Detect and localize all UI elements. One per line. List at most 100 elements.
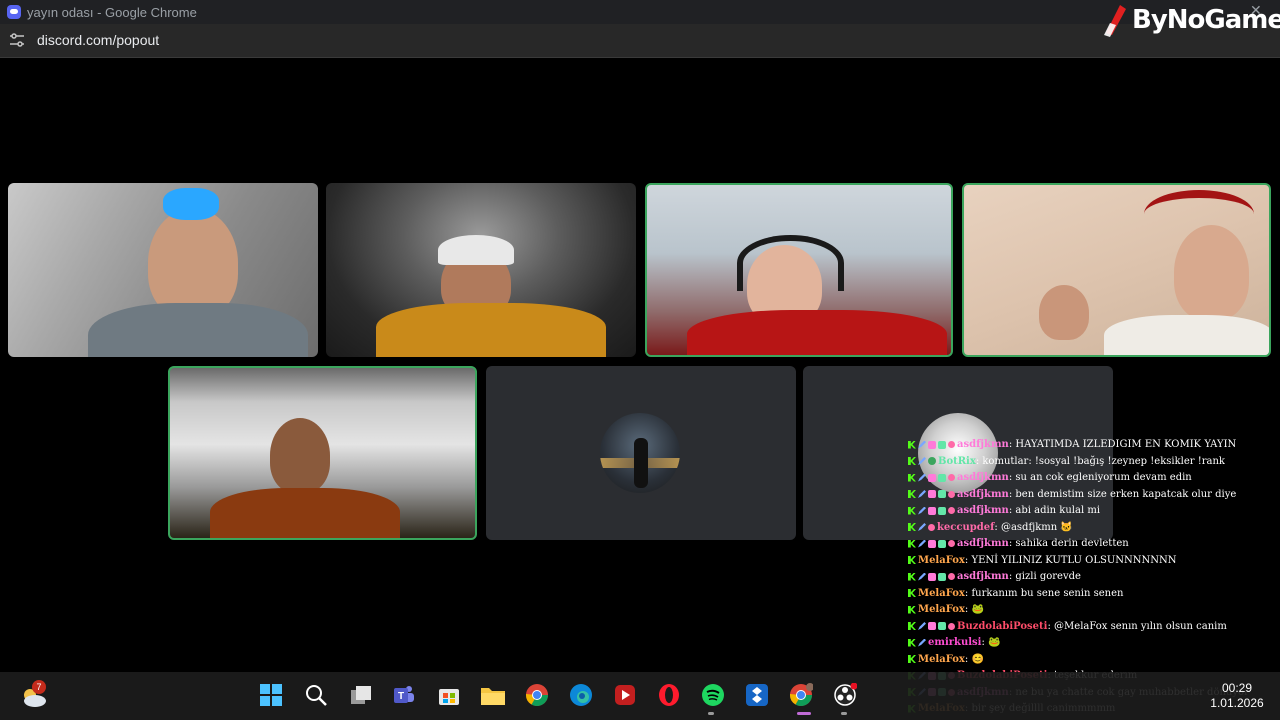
chrome-icon[interactable]	[524, 682, 550, 708]
chat-badge-icon	[938, 490, 946, 498]
chat-badge-icon	[908, 622, 916, 630]
chat-badge-icon	[908, 457, 916, 465]
bynogame-logo-icon	[1104, 5, 1126, 37]
chat-badge-icon	[908, 638, 916, 647]
chat-username: asdfjkmn	[957, 571, 1009, 582]
chat-message: BuzdolabiPoseti: @MelaFox senın yılın ol…	[908, 619, 1280, 636]
chat-badge-icon	[948, 490, 955, 498]
chat-badge-icon	[918, 572, 926, 581]
cap	[438, 235, 514, 265]
clock-date: 1.01.2026	[1210, 696, 1264, 710]
chat-badge-icon	[908, 589, 916, 597]
chat-badge-icon	[928, 539, 936, 548]
chat-badge-icon	[938, 572, 946, 581]
chat-badge-icon	[908, 523, 916, 531]
bynogame-watermark: ByNoGame	[1102, 0, 1280, 40]
window-title: yayın odası - Google Chrome	[27, 5, 197, 20]
teams-icon[interactable]: T	[391, 682, 417, 708]
window-titlebar: yayın odası - Google Chrome ✕	[0, 0, 1280, 24]
chat-badge-icon	[938, 506, 946, 515]
participant-video	[1174, 225, 1249, 320]
chat-badge-icon	[908, 490, 916, 498]
task-view-icon[interactable]	[348, 682, 374, 708]
chat-text: gizli gorevde	[1015, 571, 1081, 582]
microsoft-store-icon[interactable]	[436, 682, 462, 708]
media-player-icon[interactable]	[612, 682, 638, 708]
participant-video-body	[88, 303, 308, 357]
chat-badge-icon	[918, 523, 926, 531]
video-tile-user-4[interactable]	[962, 183, 1271, 357]
chat-text: furkanım bu sene senin senen	[971, 587, 1124, 599]
chat-badge-icon	[908, 605, 916, 614]
chat-badge-icon	[948, 474, 955, 481]
obs-running-indicator	[841, 712, 847, 715]
chat-badge-icon	[948, 573, 955, 580]
chat-badge-icon	[918, 622, 926, 630]
participant-video	[270, 418, 330, 493]
chat-text: 🐸	[988, 637, 1001, 648]
chat-text: komutlar: !sosyal !bağış !zeynep !eksikl…	[982, 455, 1225, 467]
chat-badge-icon	[948, 441, 955, 448]
chat-username: asdfjkmn	[957, 488, 1009, 500]
windows-taskbar	[0, 672, 1280, 720]
participant-video-body	[376, 303, 606, 357]
discord-icon	[7, 5, 21, 19]
chat-username: asdfjkmn	[957, 439, 1009, 450]
site-settings-icon[interactable]	[9, 33, 25, 47]
chat-username: BotRix	[938, 455, 976, 467]
system-clock[interactable]: 00:29 1.01.2026	[1200, 681, 1274, 711]
video-tile-user-1[interactable]	[8, 183, 318, 357]
chat-message: asdfjkmn: HAYATIMDA IZLEDIGIM EN KOMIK Y…	[908, 437, 1280, 454]
chat-badge-icon	[908, 440, 916, 449]
chat-badge-icon	[928, 457, 936, 465]
chat-username: asdfjkmn	[957, 505, 1009, 516]
chat-badge-icon	[928, 622, 936, 630]
video-tile-user-3[interactable]	[645, 183, 953, 357]
chat-message: MelaFox: furkanım bu sene senin senen	[908, 586, 1280, 603]
chat-username: MelaFox	[918, 587, 965, 599]
obs-icon[interactable]	[832, 682, 858, 708]
chat-badge-icon	[918, 457, 926, 465]
chat-username: BuzdolabiPoseti	[957, 620, 1048, 632]
edge-icon[interactable]	[568, 682, 594, 708]
video-tile-user-6[interactable]	[486, 366, 796, 540]
remote-desktop-icon[interactable]	[744, 682, 770, 708]
chat-badge-icon	[908, 572, 916, 581]
chat-message: keccupdef: @asdfjkmn 🐱	[908, 520, 1280, 537]
video-tile-user-5[interactable]	[168, 366, 477, 540]
chat-username: keccupdef	[937, 521, 995, 533]
chat-badge-icon	[928, 490, 936, 498]
url-text[interactable]: discord.com/popout	[37, 32, 159, 48]
chat-badge-icon	[948, 540, 955, 547]
chat-username: emirkulsi	[928, 637, 982, 648]
chat-badge-icon	[908, 556, 916, 564]
chat-badge-icon	[918, 473, 926, 482]
chat-message: BotRix: komutlar: !sosyal !bağış !zeynep…	[908, 454, 1280, 471]
opera-icon[interactable]	[656, 682, 682, 708]
search-icon[interactable]	[303, 682, 329, 708]
chat-message: asdfjkmn: gizli gorevde	[908, 569, 1280, 586]
chat-badge-icon	[938, 473, 946, 482]
chat-badge-icon	[948, 622, 955, 630]
file-explorer-icon[interactable]	[480, 682, 506, 708]
user-avatar	[600, 413, 680, 493]
participant-video-body	[210, 488, 400, 538]
chat-badge-icon	[918, 506, 926, 515]
chat-message: MelaFox: 🐸	[908, 602, 1280, 619]
video-tile-user-2[interactable]	[326, 183, 636, 357]
chat-badge-icon	[918, 440, 926, 449]
chat-badge-icon	[918, 490, 926, 498]
chat-username: MelaFox	[918, 653, 965, 665]
chat-text: su an cok egleniyorum devam edin	[1015, 472, 1192, 483]
spotify-icon[interactable]	[700, 682, 726, 708]
bow-headband	[163, 188, 219, 220]
chat-username: MelaFox	[918, 554, 965, 566]
chat-badge-icon	[938, 440, 946, 449]
reindeer-antlers	[1144, 190, 1254, 238]
chat-badge-icon	[908, 506, 916, 515]
spotify-running-indicator	[708, 712, 714, 715]
chat-text: abi adin kulal mi	[1015, 505, 1101, 516]
chrome-active-icon[interactable]	[788, 682, 814, 708]
windows-start-icon[interactable]	[258, 682, 284, 708]
participant-video-2	[1039, 285, 1089, 340]
